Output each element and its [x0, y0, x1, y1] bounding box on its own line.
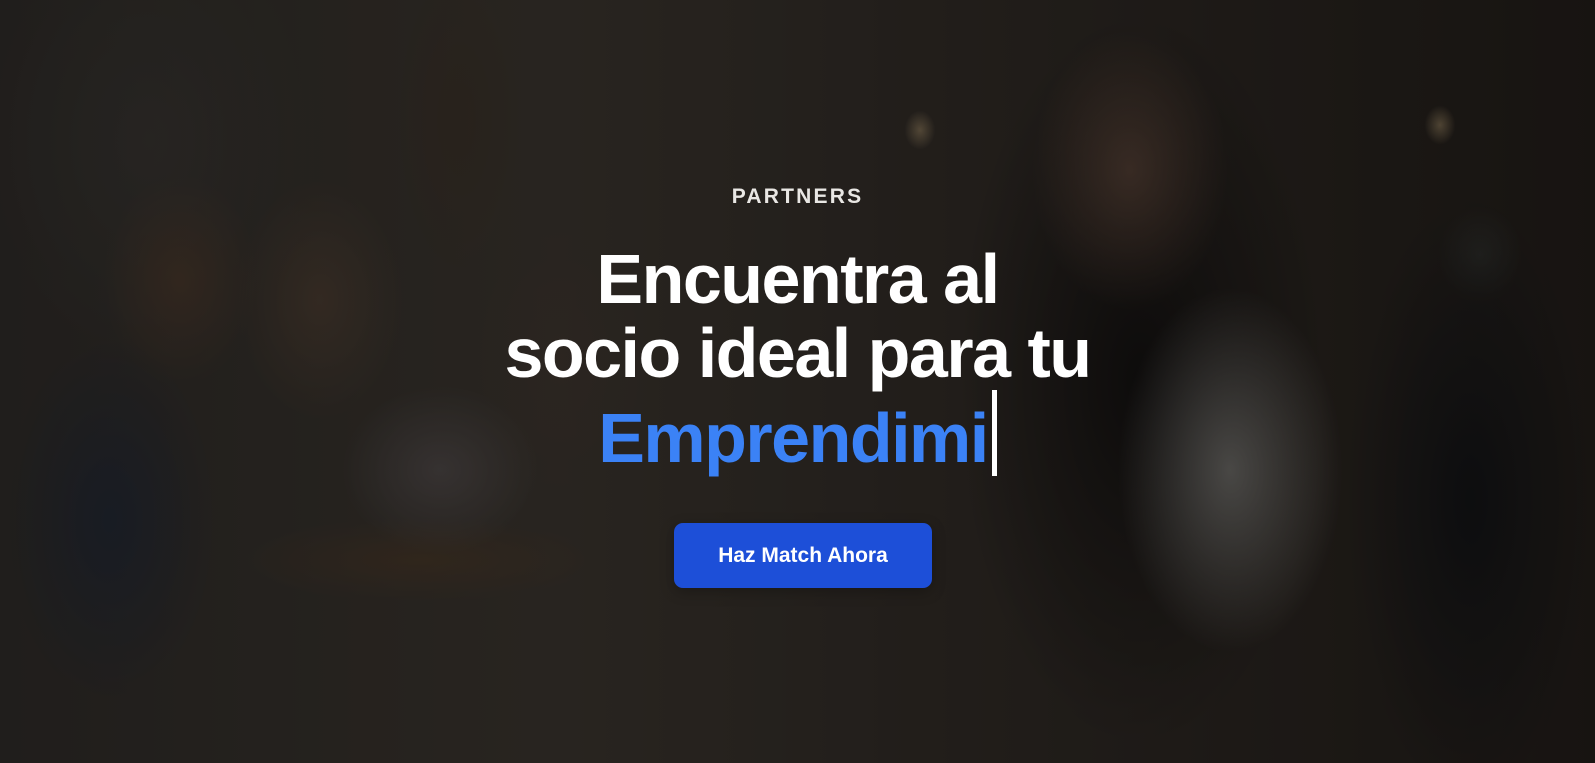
- typing-caret: [991, 390, 997, 476]
- hero-section: PARTNERS Encuentra al socio ideal para t…: [0, 0, 1595, 763]
- typed-word: Emprendimi: [598, 399, 989, 477]
- headline-line-1: Encuentra al: [596, 240, 1000, 318]
- eyebrow-label: PARTNERS: [731, 185, 864, 208]
- headline-line-3: Emprendimi: [0, 390, 1595, 476]
- headline-line-2: socio ideal para tu: [504, 314, 1092, 392]
- match-now-button[interactable]: Haz Match Ahora: [674, 523, 932, 588]
- hero-headline: Encuentra al socio ideal para tu Emprend…: [0, 242, 1595, 476]
- hero-content: PARTNERS Encuentra al socio ideal para t…: [0, 0, 1595, 763]
